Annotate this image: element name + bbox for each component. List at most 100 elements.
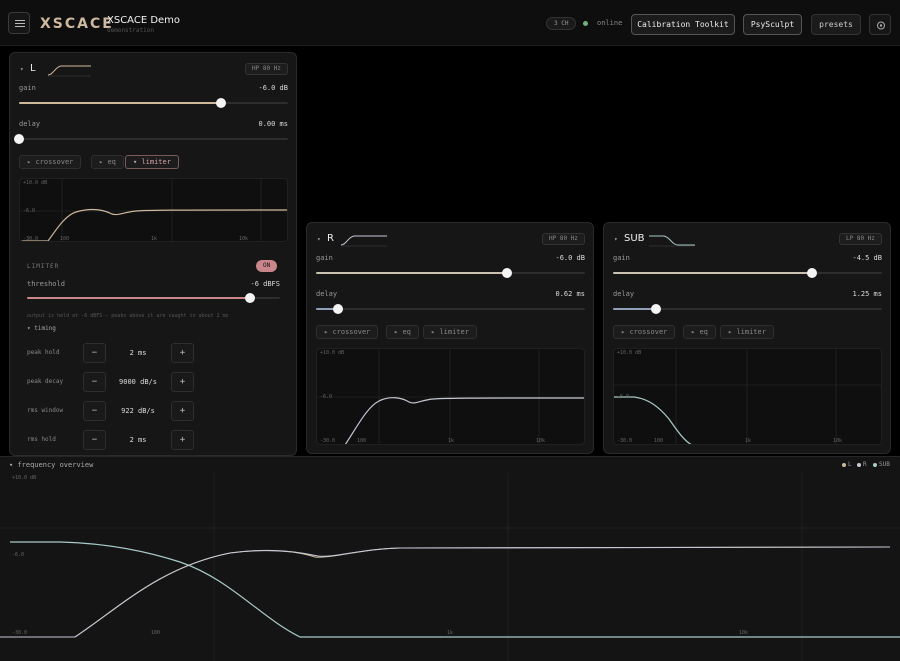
legend-label: R — [863, 461, 867, 468]
frequency-overview-panel: ▾ frequency overview +10.0 dB -6.0 -30.0… — [0, 456, 900, 661]
app-title: XSCACE Demo — [107, 15, 181, 26]
graph-100-label: 100 — [357, 438, 367, 444]
tab-limiter[interactable]: ▾ limiter — [125, 155, 179, 169]
graph-10k-label: 10k — [536, 438, 546, 444]
overview-curve-R — [0, 546, 891, 638]
delay-slider-handle[interactable] — [332, 304, 343, 314]
psysculpt-button[interactable]: PsySculpt — [743, 14, 802, 35]
graph-top-label: +10.0 dB — [320, 350, 345, 356]
logo: XSCACE — [40, 16, 114, 32]
delay-slider-fill — [613, 308, 657, 310]
legend-dot-icon — [842, 462, 846, 467]
graph-100-label: 100 — [654, 438, 664, 444]
tab-eq[interactable]: ▸ eq — [386, 325, 419, 339]
delay-label: delay — [19, 120, 41, 128]
delay-label: delay — [316, 290, 338, 298]
tab-crossover[interactable]: ▸ crossover — [613, 325, 676, 339]
limiter-toggle[interactable]: ON — [256, 260, 278, 272]
legend-item-L: L — [842, 461, 852, 468]
tab-label: limiter — [736, 328, 766, 336]
overview-curve-L — [0, 546, 891, 638]
limiter-note: output is held at -6 dBFS — peaks above … — [27, 313, 229, 319]
filter-badge: LP 80 Hz — [839, 233, 882, 245]
threshold-label: threshold — [27, 280, 65, 288]
mini-response-icon — [340, 235, 387, 247]
increment-button[interactable]: + — [171, 401, 194, 421]
tab-label: crossover — [332, 328, 371, 336]
collapse-chevron-icon[interactable]: ▾ — [20, 66, 24, 73]
threshold-slider-handle[interactable] — [244, 293, 255, 303]
delay-slider[interactable] — [14, 134, 288, 144]
timing-row-label: rms window — [27, 407, 64, 414]
collapse-chevron-icon[interactable]: ▾ — [317, 236, 321, 243]
timing-row-value: 9000 dB/s — [119, 378, 157, 386]
presets-button[interactable]: presets — [811, 14, 861, 35]
menu-icon — [15, 20, 25, 21]
graph-mid-label: -6.0 — [23, 208, 36, 214]
graph-10k-label: 10k — [239, 236, 249, 242]
graph-bottom-label: -30.0 — [617, 438, 633, 444]
tab-eq[interactable]: ▸ eq — [683, 325, 716, 339]
filter-badge: HP 80 Hz — [245, 63, 288, 75]
timing-label: timing — [34, 325, 56, 332]
channel-panel-SUB: ▾ SUB LP 80 Hz gain -4.5 dB delay 1.25 m… — [603, 222, 891, 454]
timing-row-label: rms hold — [27, 436, 56, 443]
gain-slider-handle[interactable] — [215, 98, 226, 108]
delay-slider[interactable] — [316, 304, 585, 314]
channel-frequency-graph: +10.0 dB -6.0 -30.0 100 1k 10k — [316, 348, 585, 445]
graph-1k-label: 1k — [447, 630, 454, 636]
channel-panel-L: ▾ L HP 80 Hz gain -6.0 dB delay 0.00 ms … — [9, 52, 297, 456]
menu-button[interactable] — [8, 12, 30, 34]
decrement-button[interactable]: − — [83, 372, 106, 392]
decrement-button[interactable]: − — [83, 401, 106, 421]
graph-1k-label: 1k — [745, 438, 752, 444]
decrement-button[interactable]: − — [83, 430, 106, 450]
tab-limiter[interactable]: ▸ limiter — [423, 325, 477, 339]
channel-count-badge: 3 CH — [546, 17, 577, 30]
increment-button[interactable]: + — [171, 430, 194, 450]
timing-row: rms window − 922 dB/s + — [10, 399, 296, 423]
gain-slider[interactable] — [316, 268, 585, 278]
delay-label: delay — [613, 290, 635, 298]
delay-slider[interactable] — [613, 304, 882, 314]
tab-eq[interactable]: ▸ eq — [91, 155, 124, 169]
gear-icon — [877, 21, 885, 30]
tab-label: limiter — [439, 328, 469, 336]
gain-label: gain — [19, 84, 36, 92]
gain-value: -6.0 dB — [258, 84, 288, 92]
graph-bottom-label: -30.0 — [23, 236, 39, 242]
legend-dot-icon — [873, 462, 877, 467]
tab-label: eq — [107, 158, 116, 166]
gain-label: gain — [613, 254, 630, 262]
gain-slider[interactable] — [613, 268, 882, 278]
tab-label: limiter — [141, 158, 171, 166]
legend-label: L — [848, 461, 852, 468]
increment-button[interactable]: + — [171, 372, 194, 392]
tab-crossover[interactable]: ▸ crossover — [316, 325, 379, 339]
gain-slider-handle[interactable] — [501, 268, 512, 278]
gain-value: -6.0 dB — [555, 254, 585, 262]
tab-label: crossover — [35, 158, 74, 166]
overview-toggle[interactable]: ▾ frequency overview — [9, 461, 93, 469]
timing-toggle[interactable]: ▾ timing — [27, 325, 56, 332]
gain-slider[interactable] — [19, 98, 288, 108]
timing-row-label: peak hold — [27, 349, 60, 356]
decrement-button[interactable]: − — [83, 343, 106, 363]
timing-row-value: 2 ms — [129, 349, 147, 357]
threshold-slider[interactable] — [27, 293, 280, 303]
settings-button[interactable] — [869, 14, 891, 35]
graph-1k-label: 1k — [448, 438, 455, 444]
tab-limiter[interactable]: ▸ limiter — [720, 325, 774, 339]
increment-button[interactable]: + — [171, 343, 194, 363]
tab-label: eq — [402, 328, 411, 336]
channel-frequency-graph: +10.0 dB -6.0 -30.0 100 1k 10k — [613, 348, 882, 445]
tab-label: eq — [699, 328, 708, 336]
gain-slider-handle[interactable] — [807, 268, 818, 278]
delay-slider-handle[interactable] — [651, 304, 662, 314]
delay-slider-handle[interactable] — [14, 134, 24, 144]
graph-mid-label: -6.0 — [617, 394, 630, 400]
graph-100-label: 100 — [60, 236, 70, 242]
calibration-toolkit-button[interactable]: Calibration Toolkit — [631, 14, 735, 35]
tab-crossover[interactable]: ▸ crossover — [19, 155, 82, 169]
collapse-chevron-icon[interactable]: ▾ — [614, 236, 618, 243]
